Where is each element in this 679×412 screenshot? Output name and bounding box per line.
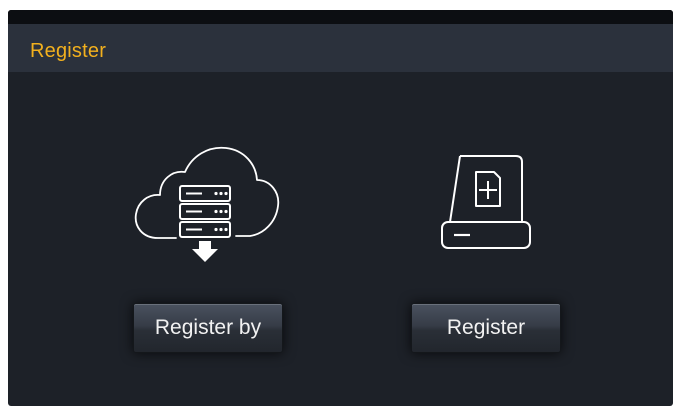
- register-dialog: Register Register by Register: [8, 10, 673, 406]
- storage-card-add-icon: [441, 155, 531, 249]
- register-button[interactable]: Register: [411, 303, 561, 353]
- cloud-server-download-icon: [134, 146, 280, 262]
- register-by-button[interactable]: Register by: [133, 303, 283, 353]
- title-bar: Register: [8, 10, 673, 72]
- dialog-title: Register: [30, 40, 107, 62]
